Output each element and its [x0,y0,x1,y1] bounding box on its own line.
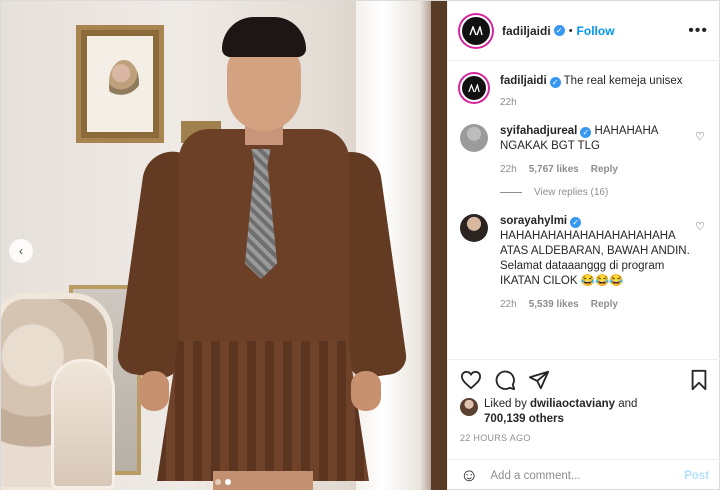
avatar[interactable] [460,14,492,47]
view-replies-button[interactable]: View replies (16) [500,187,709,198]
likes-count[interactable]: 700,139 others [484,413,564,425]
comment-icon[interactable] [494,369,516,391]
commenter-avatar[interactable] [460,124,488,152]
add-comment-bar: ☺ Post [448,459,720,490]
comment-time[interactable]: 22h [500,162,517,177]
carousel-indicator [215,479,231,485]
reply-button[interactable]: Reply [591,162,618,177]
liker-avatar[interactable] [460,398,478,416]
armchair [1,293,115,490]
share-icon[interactable] [528,369,550,391]
verified-icon: ✓ [553,25,565,36]
carousel-prev-button[interactable]: ‹ [9,239,33,263]
verified-icon: ✓ [570,217,582,228]
caption-username[interactable]: fadiljaidi [500,75,547,87]
caption-text: The real kemeja unisex [563,75,683,87]
follow-button[interactable]: Follow [577,24,615,38]
avatar-logo-icon [469,25,483,35]
comment-username[interactable]: sorayahylmi [500,215,567,227]
caption-time[interactable]: 22h [500,95,690,110]
liker-username[interactable]: dwiliaoctaviany [530,398,615,410]
avatar-logo-icon [468,83,480,92]
caption: fadiljaidi ✓ The real kemeja unisex 22h [460,74,709,110]
like-heart-icon[interactable] [460,370,482,390]
bookmark-icon[interactable] [689,369,709,391]
instagram-post-dialog: ‹ fadiljaidi ✓ • Follow ••• fadiljaidi ✓… [0,0,720,490]
verified-icon: ✓ [549,77,561,88]
likes-summary: Liked by dwiliaoctaviany and 700,139 oth… [460,397,637,427]
comment-username[interactable]: syifahadjureal [500,125,577,137]
chevron-left-icon: ‹ [19,244,23,258]
comment-like-icon[interactable]: ♡ [695,130,705,143]
comment-like-icon[interactable]: ♡ [695,220,705,233]
carousel-dot-active [225,479,231,485]
comment-likes[interactable]: 5,539 likes [529,297,579,312]
post-button[interactable]: Post [684,470,709,482]
more-options-icon[interactable]: ••• [688,22,708,40]
comment-likes[interactable]: 5,767 likes [529,162,579,177]
emoji-icon[interactable]: ☺ [460,465,478,486]
person [115,11,409,490]
comment-text: HAHAHAHAHAHAHAHAHAHAHA ATAS ALDEBARAN, B… [500,230,690,287]
caption-avatar[interactable] [460,74,488,102]
post-photo[interactable]: ‹ [1,1,447,490]
carousel-dot [215,479,221,485]
post-actions [448,359,720,399]
replies-divider [500,192,522,193]
door-edge [431,1,447,490]
post-header: fadiljaidi ✓ • Follow ••• [448,1,720,61]
comment-time[interactable]: 22h [500,297,517,312]
comments-list[interactable]: fadiljaidi ✓ The real kemeja unisex 22h s… [448,62,720,358]
comment: syifahadjureal ✓ HAHAHAHA NGAKAK BGT TLG … [460,124,709,177]
likes-prefix: Liked by [484,398,531,410]
verified-icon: ✓ [580,127,592,138]
post-sidebar: fadiljaidi ✓ • Follow ••• fadiljaidi ✓ Th… [447,1,720,490]
header-username[interactable]: fadiljaidi [502,24,551,38]
comment-input[interactable] [490,469,673,482]
comment: sorayahylmi ✓ HAHAHAHAHAHAHAHAHAHAHA ATAS… [460,214,709,312]
post-timestamp[interactable]: 22 HOURS AGO [460,433,531,443]
reply-button[interactable]: Reply [591,297,618,312]
view-replies-label: View replies (16) [534,187,609,198]
separator: • [568,24,573,37]
likes-mid: and [615,398,638,410]
commenter-avatar[interactable] [460,214,488,242]
